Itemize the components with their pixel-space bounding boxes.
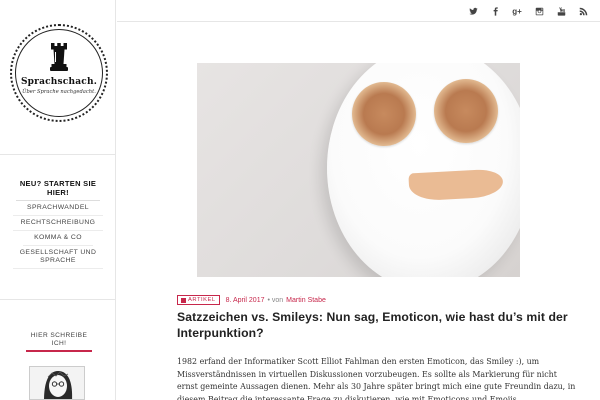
category-nav: NEU? STARTEN SIE HIER! SPRACHWANDEL RECH… bbox=[0, 155, 116, 300]
site-tagline: Über Sprache nachgedacht. bbox=[22, 88, 96, 95]
author-portrait bbox=[29, 366, 85, 400]
post-by-label: • von bbox=[267, 296, 284, 304]
author-portrait-sketch bbox=[30, 367, 84, 399]
post-meta: ARTIKEL 8. April 2017 • von Martin Stabe bbox=[177, 295, 326, 305]
pancake-left bbox=[352, 82, 416, 146]
site-name: Sprachschach. bbox=[20, 76, 98, 87]
sidebar: Sprachschach. Über Sprache nachgedacht. … bbox=[0, 0, 116, 400]
nav-item-rechtschreibung[interactable]: RECHTSCHREIBUNG bbox=[13, 216, 103, 231]
google-plus-icon[interactable]: g+ bbox=[506, 5, 528, 17]
social-links: g+ bbox=[462, 5, 594, 17]
post-author[interactable]: Martin Stabe bbox=[286, 297, 326, 304]
twitter-icon[interactable] bbox=[462, 5, 484, 17]
facebook-icon[interactable] bbox=[484, 5, 506, 17]
youtube-icon[interactable] bbox=[550, 5, 572, 17]
nav-item-sprachwandel[interactable]: SPRACHWANDEL bbox=[13, 201, 103, 216]
tag-icon bbox=[181, 297, 186, 303]
post-date[interactable]: 8. April 2017 bbox=[226, 297, 265, 304]
chess-rook-icon bbox=[50, 42, 68, 71]
author-box-heading: HIER SCHREIBE ICH! bbox=[26, 332, 92, 352]
category-label: ARTIKEL bbox=[188, 297, 216, 303]
post-title[interactable]: Satzzeichen vs. Smileys: Nun sag, Emotic… bbox=[177, 310, 577, 341]
category-badge[interactable]: ARTIKEL bbox=[177, 295, 220, 305]
instagram-icon[interactable] bbox=[528, 5, 550, 17]
nav-item-komma[interactable]: KOMMA & CO bbox=[23, 231, 93, 246]
nav-heading[interactable]: NEU? STARTEN SIE HIER! bbox=[16, 179, 100, 201]
rss-icon[interactable] bbox=[572, 5, 594, 17]
logo-area: Sprachschach. Über Sprache nachgedacht. bbox=[0, 0, 116, 155]
post-featured-image[interactable] bbox=[197, 63, 520, 277]
post-excerpt: 1982 erfand der Informatiker Scott Ellio… bbox=[177, 357, 576, 400]
pancake-right bbox=[434, 79, 498, 143]
site-logo[interactable]: Sprachschach. Über Sprache nachgedacht. bbox=[10, 24, 108, 122]
nav-item-gesellschaft[interactable]: GESELLSCHAFT UND SPRACHE bbox=[13, 246, 103, 269]
top-bar: g+ bbox=[117, 0, 600, 22]
